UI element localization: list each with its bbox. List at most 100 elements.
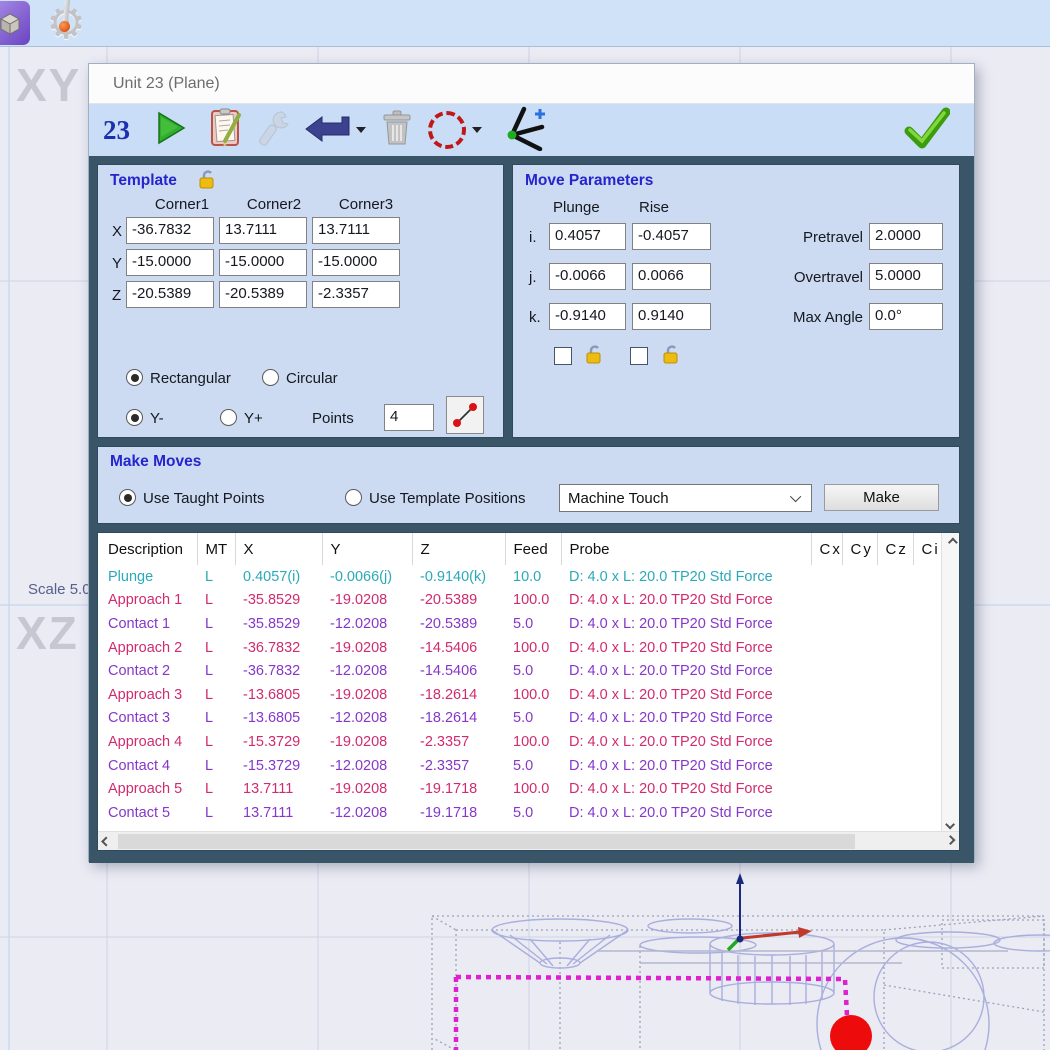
- probe-path-button[interactable]: [446, 396, 484, 434]
- corner2-z-field[interactable]: -20.5389: [219, 281, 307, 308]
- accept-icon[interactable]: [904, 107, 950, 154]
- table-row[interactable]: Approach 5 L 13.7111 -19.0208 -19.1718 1…: [98, 777, 941, 801]
- return-dropdown-icon[interactable]: [356, 127, 366, 133]
- use-taught-points-radio[interactable]: [119, 489, 136, 506]
- circular-radio[interactable]: [262, 369, 279, 386]
- corner1-header: Corner1: [138, 196, 226, 213]
- corner3-x-field[interactable]: 13.7111: [312, 217, 400, 244]
- table-row[interactable]: Approach 4 L -15.3729 -19.0208 -2.3357 1…: [98, 730, 941, 754]
- make-moves-panel: Make Moves Use Taught Points Use Templat…: [97, 446, 960, 524]
- max-angle-field[interactable]: 0.0°: [869, 303, 943, 330]
- axis-label-z: Z: [112, 287, 121, 304]
- i-label: i.: [529, 229, 537, 246]
- scroll-down-icon[interactable]: [943, 816, 959, 832]
- j-plunge-field[interactable]: -0.0066: [549, 263, 626, 290]
- move-parameters-panel: Move Parameters Plunge Rise i. 0.4057 -0…: [512, 164, 960, 438]
- rise-lock-checkbox[interactable]: [630, 347, 648, 365]
- k-rise-field[interactable]: 0.9140: [632, 303, 711, 330]
- y-minus-radio[interactable]: [126, 409, 143, 426]
- table-row[interactable]: Contact 2 L -36.7832 -12.0208 -14.5406 5…: [98, 659, 941, 683]
- report-icon[interactable]: [208, 107, 246, 154]
- table-row[interactable]: Approach 1 L -35.8529 -19.0208 -20.5389 …: [98, 589, 941, 613]
- dialog-title: Unit 23 (Plane): [113, 75, 220, 93]
- corner2-x-field[interactable]: 13.7111: [219, 217, 307, 244]
- vector-mode-icon[interactable]: [500, 105, 548, 156]
- j-rise-field[interactable]: 0.0066: [632, 263, 711, 290]
- circle-dropdown-icon[interactable]: [472, 127, 482, 133]
- pretravel-field[interactable]: 2.0000: [869, 223, 943, 250]
- use-template-positions-radio[interactable]: [345, 489, 362, 506]
- use-template-positions-label: Use Template Positions: [369, 490, 525, 507]
- scale-label: Scale 5.0: [28, 581, 91, 598]
- corner1-z-field[interactable]: -20.5389: [126, 281, 214, 308]
- overtravel-field[interactable]: 5.0000: [869, 263, 943, 290]
- delete-icon[interactable]: [382, 110, 412, 151]
- corner3-y-field[interactable]: -15.0000: [312, 249, 400, 276]
- horizontal-scrollbar[interactable]: [98, 831, 959, 850]
- plunge-header: Plunge: [553, 199, 600, 216]
- table-header-row: Description MT X Y Z Feed Probe Cx Cy Cz…: [98, 533, 941, 565]
- checkbox2-lock-icon: [660, 344, 682, 371]
- corner2-y-field[interactable]: -15.0000: [219, 249, 307, 276]
- template-title: Template: [110, 172, 177, 190]
- checkbox1-lock-icon: [583, 344, 605, 371]
- col-cy: Cy: [842, 533, 877, 565]
- make-button[interactable]: Make: [824, 484, 939, 511]
- table-row[interactable]: Approach 3 L -13.6805 -19.0208 -18.2614 …: [98, 683, 941, 707]
- vertical-scrollbar[interactable]: [941, 533, 959, 833]
- part-model-icon[interactable]: [0, 1, 30, 45]
- scroll-right-icon[interactable]: [942, 833, 958, 849]
- view-label-xz: XZ: [16, 606, 79, 660]
- col-probe: Probe: [561, 533, 811, 565]
- axis-label-y: Y: [112, 255, 122, 272]
- probe-setup-icon[interactable]: ⚙: [38, 0, 94, 47]
- app-toolbar: ⚙: [0, 0, 1050, 47]
- table-row[interactable]: Approach 2 L -36.7832 -19.0208 -14.5406 …: [98, 636, 941, 660]
- view-label-xy: XY: [16, 58, 81, 112]
- col-cz: Cz: [877, 533, 913, 565]
- table-row[interactable]: Contact 1 L -35.8529 -12.0208 -20.5389 5…: [98, 612, 941, 636]
- corner3-z-field[interactable]: -2.3357: [312, 281, 400, 308]
- col-feed: Feed: [505, 533, 561, 565]
- corner1-y-field[interactable]: -15.0000: [126, 249, 214, 276]
- col-description: Description: [98, 533, 197, 565]
- col-ci: Ci: [913, 533, 941, 565]
- rectangular-radio[interactable]: [126, 369, 143, 386]
- table-row[interactable]: Contact 3 L -13.6805 -12.0208 -18.2614 5…: [98, 707, 941, 731]
- return-icon[interactable]: [304, 114, 350, 147]
- run-icon[interactable]: [156, 111, 186, 150]
- y-plus-label: Y+: [244, 410, 263, 427]
- i-plunge-field[interactable]: 0.4057: [549, 223, 626, 250]
- y-minus-label: Y-: [150, 410, 164, 427]
- scroll-left-icon[interactable]: [99, 833, 115, 849]
- y-plus-radio[interactable]: [220, 409, 237, 426]
- plunge-lock-checkbox[interactable]: [554, 347, 572, 365]
- k-label: k.: [529, 309, 541, 326]
- dialog-titlebar[interactable]: Unit 23 (Plane): [89, 64, 974, 104]
- use-taught-points-label: Use Taught Points: [143, 490, 264, 507]
- template-lock-icon[interactable]: [196, 169, 218, 196]
- move-mode-value: Machine Touch: [568, 490, 669, 507]
- col-y: Y: [322, 533, 412, 565]
- horizontal-scroll-thumb[interactable]: [118, 834, 855, 849]
- points-label: Points: [312, 410, 354, 427]
- dialog-body: Template Corner1 Corner2 Corner3 X -36.7…: [89, 156, 974, 863]
- move-mode-select[interactable]: Machine Touch: [559, 484, 812, 512]
- i-rise-field[interactable]: -0.4057: [632, 223, 711, 250]
- circle-mode-icon[interactable]: [428, 111, 466, 149]
- points-field[interactable]: 4: [384, 404, 434, 431]
- corner1-x-field[interactable]: -36.7832: [126, 217, 214, 244]
- scroll-up-icon[interactable]: [943, 534, 959, 550]
- moves-table-body: Plunge L 0.4057(i) -0.0066(j) -0.9140(k)…: [98, 565, 941, 825]
- table-row[interactable]: Contact 5 L 13.7111 -12.0208 -19.1718 5.…: [98, 801, 941, 825]
- table-row[interactable]: Plunge L 0.4057(i) -0.0066(j) -0.9140(k)…: [98, 565, 941, 589]
- col-x: X: [235, 533, 322, 565]
- pretravel-label: Pretravel: [797, 229, 863, 246]
- k-plunge-field[interactable]: -0.9140: [549, 303, 626, 330]
- tools-icon[interactable]: [256, 108, 294, 153]
- ruby-tip-icon: [59, 21, 70, 32]
- chevron-down-icon: [790, 491, 801, 502]
- unit-dialog: Unit 23 (Plane) 23: [88, 63, 975, 862]
- table-row[interactable]: Contact 4 L -15.3729 -12.0208 -2.3357 5.…: [98, 754, 941, 778]
- rectangular-label: Rectangular: [150, 370, 231, 387]
